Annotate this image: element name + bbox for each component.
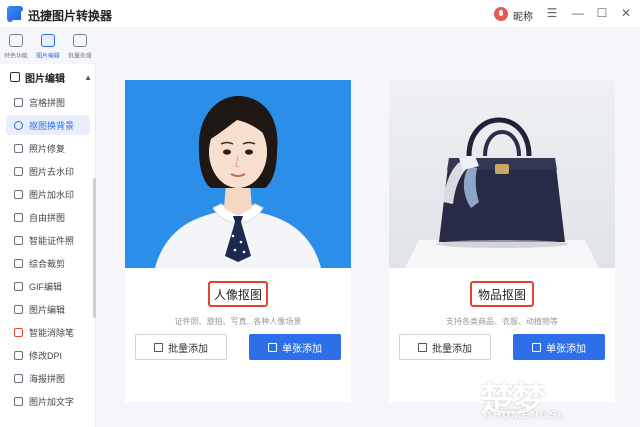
poster-icon: [14, 373, 23, 383]
sidebar-item-image-edit[interactable]: 图片编辑: [6, 299, 90, 319]
object-title-box: 物品抠图: [470, 281, 534, 307]
feature-tabs: 特色功能 图片编辑 批量处理: [0, 30, 96, 62]
app-logo-icon: [7, 6, 23, 22]
remove-watermark-icon: [14, 166, 23, 176]
sidebar-item-label: 智能消除笔: [29, 327, 75, 338]
add-icon: [154, 342, 163, 352]
sidebar-item-label: 自由拼图: [29, 212, 66, 223]
tab-image-edit[interactable]: 图片编辑: [32, 30, 64, 62]
user-avatar[interactable]: [494, 7, 508, 21]
portrait-single-add-button[interactable]: 单张添加: [249, 334, 341, 360]
object-card-title: 物品抠图: [477, 287, 526, 302]
object-card-description: 支持各类商品、衣服、动植物等: [446, 317, 558, 326]
gif-icon: [14, 281, 23, 291]
user-name[interactable]: 昵称: [513, 8, 533, 23]
watermark-text: CHUMENGSI: [484, 410, 564, 421]
app-title: 迅捷图片转换器: [28, 9, 113, 23]
button-label: 批量添加: [432, 343, 472, 355]
tab-label: 图片编辑: [36, 53, 60, 60]
add-watermark-icon: [14, 189, 23, 199]
sidebar-item-label: 抠图换背景: [29, 120, 75, 131]
portrait-sample-image: [125, 80, 351, 268]
collage-icon: [14, 212, 23, 222]
sidebar-item-label: 修改DPI: [29, 350, 63, 361]
tab-special-features[interactable]: 特色功能: [0, 30, 32, 62]
sidebar-item-label: 综合裁剪: [29, 258, 66, 269]
feature-icon: [9, 34, 23, 47]
object-single-add-button[interactable]: 单张添加: [513, 334, 605, 360]
sidebar-item-gif-edit[interactable]: GIF编辑: [6, 276, 90, 296]
sidebar-item-remove-watermark[interactable]: 图片去水印: [6, 161, 90, 181]
image-icon: [532, 342, 541, 352]
sidebar-item-modify-dpi[interactable]: 修改DPI: [6, 345, 90, 365]
sidebar-item-cutout-background[interactable]: 抠图换背景: [6, 115, 90, 135]
sidebar-item-id-photo[interactable]: 智能证件照: [6, 230, 90, 250]
sidebar-section-header[interactable]: 图片编辑 ▲: [10, 69, 92, 85]
sidebar: 图片编辑 ▲ 宫格拼图 抠图换背景 照片修复 图片去水印 图片加水印 自由拼图 …: [0, 64, 96, 427]
portrait-illustration: [155, 96, 321, 268]
close-icon[interactable]: ✕: [618, 5, 634, 21]
tab-batch-processing[interactable]: 批量处理: [64, 30, 96, 62]
image-icon: [268, 342, 277, 352]
portrait-card-title: 人像抠图: [213, 287, 262, 302]
portrait-cutout-card[interactable]: 人像抠图 证件照、旅拍、写真...各种人像场景 批量添加 单张添加: [125, 80, 351, 402]
sidebar-item-label: 宫格拼图: [29, 97, 66, 108]
button-label: 批量添加: [168, 343, 208, 355]
image-edit-icon: [41, 34, 55, 47]
eraser-icon: [14, 327, 23, 337]
sidebar-item-add-watermark[interactable]: 图片加水印: [6, 184, 90, 204]
crop-icon: [14, 258, 23, 268]
sidebar-item-label: 图片加文字: [29, 396, 75, 407]
sidebar-item-label: 智能证件照: [29, 235, 75, 246]
sidebar-item-label: 图片去水印: [29, 166, 75, 177]
text-icon: [14, 396, 23, 406]
sidebar-item-label: 照片修复: [29, 143, 66, 154]
menu-icon[interactable]: ☰: [544, 5, 560, 21]
minimize-icon[interactable]: —: [570, 5, 586, 21]
button-label: 单张添加: [282, 343, 322, 355]
image-edit-icon: [10, 72, 20, 82]
sidebar-item-crop[interactable]: 综合裁剪: [6, 253, 90, 273]
dpi-icon: [14, 350, 23, 360]
sidebar-item-label: 图片加水印: [29, 189, 75, 200]
photo-icon: [14, 143, 23, 153]
sidebar-section-title: 图片编辑: [25, 73, 65, 85]
watermark: 楚梦 CHUMENGSI: [470, 368, 640, 427]
portrait-title-box: 人像抠图: [208, 281, 268, 307]
object-sample-image: [389, 80, 615, 268]
tab-label: 特色功能: [4, 53, 28, 60]
sidebar-item-add-text[interactable]: 图片加文字: [6, 391, 90, 411]
batch-icon: [73, 34, 87, 47]
id-photo-icon: [14, 235, 23, 245]
add-icon: [418, 342, 427, 352]
sidebar-item-label: 图片编辑: [29, 304, 66, 315]
image-edit-icon: [14, 304, 23, 314]
handbag-illustration: [405, 117, 599, 268]
maximize-icon[interactable]: ☐: [594, 5, 610, 21]
tab-label: 批量处理: [68, 53, 92, 60]
button-label: 单张添加: [546, 343, 586, 355]
title-bar: 迅捷图片转换器 昵称 ☰ — ☐ ✕: [0, 0, 640, 28]
sidebar-item-smart-eraser[interactable]: 智能消除笔: [6, 322, 90, 342]
sidebar-scrollbar[interactable]: [93, 178, 96, 318]
portrait-card-description: 证件照、旅拍、写真...各种人像场景: [174, 317, 302, 326]
sidebar-item-label: GIF编辑: [29, 281, 62, 292]
chevron-up-icon[interactable]: ▲: [84, 73, 92, 82]
portrait-batch-add-button[interactable]: 批量添加: [135, 334, 227, 360]
sidebar-item-free-collage[interactable]: 自由拼图: [6, 207, 90, 227]
sidebar-item-label: 海报拼图: [29, 373, 66, 384]
sidebar-item-poster-collage[interactable]: 海报拼图: [6, 368, 90, 388]
object-batch-add-button[interactable]: 批量添加: [399, 334, 491, 360]
sidebar-item-photo-repair[interactable]: 照片修复: [6, 138, 90, 158]
cutout-icon: [14, 120, 23, 130]
grid-icon: [14, 97, 23, 107]
object-cutout-card[interactable]: 物品抠图 支持各类商品、衣服、动植物等 批量添加 单张添加: [389, 80, 615, 402]
sidebar-item-grid-collage[interactable]: 宫格拼图: [6, 92, 90, 112]
